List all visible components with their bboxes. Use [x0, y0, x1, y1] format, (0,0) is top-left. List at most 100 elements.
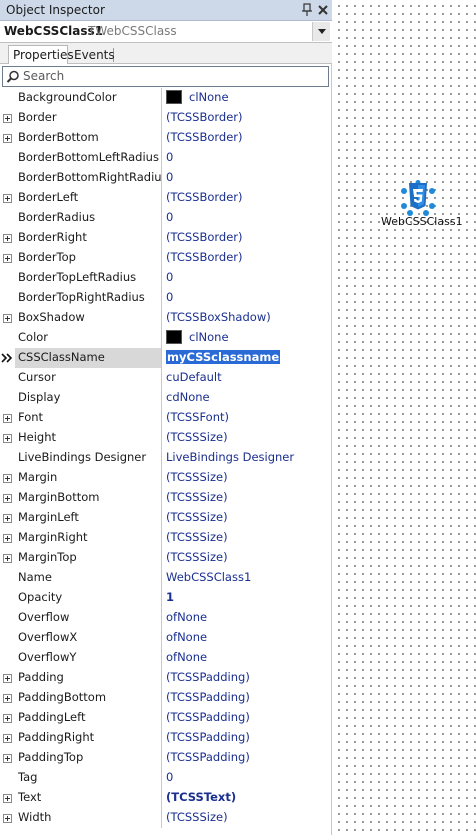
close-icon[interactable]	[316, 2, 330, 18]
property-row[interactable]: OverflowX ofNone	[0, 628, 332, 648]
property-row[interactable]: PaddingRight (TCSSPadding)	[0, 728, 332, 748]
property-row[interactable]: PaddingTop (TCSSPadding)	[0, 748, 332, 768]
search-input[interactable]: Search	[2, 66, 329, 87]
property-value[interactable]: (TCSSText)	[163, 788, 332, 808]
property-value[interactable]: ofNone	[163, 628, 332, 648]
object-selector-dropdown-button[interactable]	[312, 22, 330, 41]
property-value[interactable]: (TCSSSize)	[163, 528, 332, 548]
property-row[interactable]: Tag 0	[0, 768, 332, 788]
property-row[interactable]: BorderRight (TCSSBorder)	[0, 228, 332, 248]
property-row[interactable]: BorderLeft (TCSSBorder)	[0, 188, 332, 208]
expand-icon[interactable]	[3, 414, 12, 423]
expand-icon[interactable]	[3, 694, 12, 703]
property-value[interactable]: (TCSSBorder)	[163, 128, 332, 148]
expand-icon[interactable]	[3, 534, 12, 543]
property-value[interactable]: (TCSSSize)	[163, 488, 332, 508]
expand-icon[interactable]	[3, 314, 12, 323]
property-value[interactable]: (TCSSSize)	[163, 428, 332, 448]
property-value[interactable]: cdNone	[163, 388, 332, 408]
property-value[interactable]: 0	[163, 288, 332, 308]
property-row[interactable]: CSSClassName myCSSclassname	[0, 348, 332, 368]
property-row[interactable]: LiveBindings Designer LiveBindings Design…	[0, 448, 332, 468]
expand-icon[interactable]	[3, 554, 12, 563]
property-value[interactable]: cuDefault	[163, 368, 332, 388]
property-row[interactable]: BorderTopLeftRadius 0	[0, 268, 332, 288]
property-row[interactable]: BorderBottom (TCSSBorder)	[0, 128, 332, 148]
property-value[interactable]: (TCSSBorder)	[163, 228, 332, 248]
property-row[interactable]: Font (TCSSFont)	[0, 408, 332, 428]
property-row[interactable]: Color clNone	[0, 328, 332, 348]
property-value[interactable]: (TCSSPadding)	[163, 668, 332, 688]
property-value[interactable]: WebCSSClass1	[163, 568, 332, 588]
property-row[interactable]: Width (TCSSSize)	[0, 808, 332, 828]
property-value[interactable]: (TCSSPadding)	[163, 708, 332, 728]
expand-icon[interactable]	[3, 754, 12, 763]
property-row[interactable]: OverflowY ofNone	[0, 648, 332, 668]
property-row[interactable]: BorderBottomLeftRadius 0	[0, 148, 332, 168]
property-value[interactable]: (TCSSFont)	[163, 408, 332, 428]
property-row[interactable]: Cursor cuDefault	[0, 368, 332, 388]
property-row[interactable]: Height (TCSSSize)	[0, 428, 332, 448]
property-value[interactable]: (TCSSBorder)	[163, 108, 332, 128]
property-value[interactable]: 1	[163, 588, 332, 608]
property-row[interactable]: PaddingLeft (TCSSPadding)	[0, 708, 332, 728]
property-value[interactable]: (TCSSPadding)	[163, 728, 332, 748]
property-row[interactable]: BorderBottomRightRadius 0	[0, 168, 332, 188]
expand-icon[interactable]	[3, 254, 12, 263]
property-row[interactable]: Display cdNone	[0, 388, 332, 408]
expand-icon[interactable]	[3, 794, 12, 803]
property-row[interactable]: MarginRight (TCSSSize)	[0, 528, 332, 548]
property-row[interactable]: MarginBottom (TCSSSize)	[0, 488, 332, 508]
expand-icon[interactable]	[3, 194, 12, 203]
property-value[interactable]: (TCSSPadding)	[163, 688, 332, 708]
property-value[interactable]: 0	[163, 768, 332, 788]
property-value[interactable]: ofNone	[163, 648, 332, 668]
property-row[interactable]: Text (TCSSText)	[0, 788, 332, 808]
expand-icon[interactable]	[3, 474, 12, 483]
property-value[interactable]: (TCSSSize)	[163, 468, 332, 488]
property-value[interactable]: 0	[163, 268, 332, 288]
property-value[interactable]: clNone	[163, 328, 332, 348]
tab-events[interactable]: Events	[70, 48, 115, 62]
property-value[interactable]: (TCSSSize)	[163, 808, 332, 828]
form-designer-surface[interactable]	[333, 0, 476, 835]
property-row[interactable]: Overflow ofNone	[0, 608, 332, 628]
tab-properties[interactable]: Properties	[8, 45, 74, 64]
property-value[interactable]: (TCSSSize)	[163, 548, 332, 568]
property-value[interactable]: (TCSSSize)	[163, 508, 332, 528]
property-row[interactable]: Padding (TCSSPadding)	[0, 668, 332, 688]
property-value[interactable]: myCSSclassname	[163, 348, 332, 368]
expand-icon[interactable]	[3, 734, 12, 743]
property-value[interactable]: 0	[163, 148, 332, 168]
property-value[interactable]: ofNone	[163, 608, 332, 628]
property-value[interactable]: 0	[163, 168, 332, 188]
property-value[interactable]: (TCSSBoxShadow)	[163, 308, 332, 328]
property-row[interactable]: MarginLeft (TCSSSize)	[0, 508, 332, 528]
expand-icon[interactable]	[3, 134, 12, 143]
property-value[interactable]: (TCSSPadding)	[163, 748, 332, 768]
property-value-editor[interactable]: myCSSclassname	[166, 350, 281, 364]
css3-component-icon[interactable]	[400, 180, 436, 216]
expand-icon[interactable]	[3, 234, 12, 243]
property-row[interactable]: Border (TCSSBorder)	[0, 108, 332, 128]
expand-icon[interactable]	[3, 674, 12, 683]
property-value[interactable]: LiveBindings Designer	[163, 448, 332, 468]
property-row[interactable]: Name WebCSSClass1	[0, 568, 332, 588]
property-value[interactable]: 0	[163, 208, 332, 228]
property-row[interactable]: BackgroundColor clNone	[0, 88, 332, 108]
expand-icon[interactable]	[3, 114, 12, 123]
property-row[interactable]: PaddingBottom (TCSSPadding)	[0, 688, 332, 708]
expand-icon[interactable]	[3, 814, 12, 823]
property-row[interactable]: BorderRadius 0	[0, 208, 332, 228]
property-row[interactable]: BorderTopRightRadius 0	[0, 288, 332, 308]
property-row[interactable]: BorderTop (TCSSBorder)	[0, 248, 332, 268]
expand-icon[interactable]	[3, 434, 12, 443]
property-value[interactable]: (TCSSBorder)	[163, 248, 332, 268]
property-row[interactable]: Opacity 1	[0, 588, 332, 608]
property-row[interactable]: BoxShadow (TCSSBoxShadow)	[0, 308, 332, 328]
property-row[interactable]: MarginTop (TCSSSize)	[0, 548, 332, 568]
property-value[interactable]: (TCSSBorder)	[163, 188, 332, 208]
expand-icon[interactable]	[3, 714, 12, 723]
property-row[interactable]: Margin (TCSSSize)	[0, 468, 332, 488]
pin-icon[interactable]	[300, 2, 314, 18]
